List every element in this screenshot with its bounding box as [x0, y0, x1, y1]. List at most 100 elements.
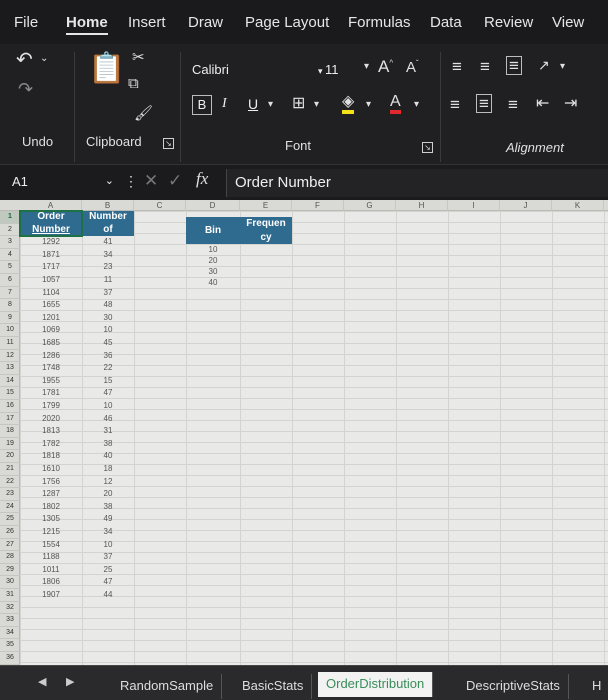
grow-font-icon[interactable]: A^ — [378, 58, 393, 75]
header-cell-frequency[interactable]: cy — [240, 230, 292, 244]
header-cell-number-of[interactable]: Number — [82, 211, 134, 224]
cell-order-number[interactable]: 1287 — [20, 488, 82, 501]
cell-number-of[interactable]: 20 — [82, 488, 134, 501]
borders-icon[interactable]: ⊞ — [292, 96, 305, 112]
row-header[interactable]: 19 — [0, 438, 20, 451]
row-header[interactable]: 30 — [0, 576, 20, 589]
cell-order-number[interactable]: 1781 — [20, 387, 82, 400]
row-header[interactable]: 20 — [0, 450, 20, 463]
align-center-icon[interactable]: ≡ — [476, 94, 492, 113]
worksheet-grid[interactable]: ABCDEFGHIJKLM 12345678910111213141516171… — [0, 200, 608, 665]
borders-dropdown-icon[interactable]: ▾ — [314, 100, 319, 110]
cell-order-number[interactable]: 1201 — [20, 312, 82, 325]
cell-order-number[interactable]: 1818 — [20, 450, 82, 463]
cell-number-of[interactable]: 10 — [82, 400, 134, 413]
row-header[interactable]: 4 — [0, 249, 20, 262]
shrink-font-icon[interactable]: Aˇ — [406, 60, 419, 76]
cell-order-number[interactable]: 1610 — [20, 463, 82, 476]
tab-data[interactable]: Data — [430, 14, 462, 31]
cell-number-of[interactable]: 37 — [82, 551, 134, 564]
cell-order-number[interactable]: 1756 — [20, 476, 82, 489]
underline-button[interactable]: U — [248, 96, 258, 112]
row-header[interactable]: 32 — [0, 602, 20, 615]
align-bottom-icon[interactable]: ≡ — [506, 56, 522, 75]
sheet-tab-randomsample[interactable]: RandomSample — [112, 674, 223, 699]
tab-draw[interactable]: Draw — [188, 14, 223, 31]
tab-formulas[interactable]: Formulas — [348, 14, 411, 31]
cell-order-number[interactable]: 1069 — [20, 324, 82, 337]
cell-order-number[interactable]: 1655 — [20, 299, 82, 312]
tab-home[interactable]: Home — [66, 14, 108, 35]
font-launcher-icon[interactable]: ↘ — [422, 142, 433, 153]
cell-number-of[interactable]: 18 — [82, 463, 134, 476]
format-painter-icon[interactable]: 🖌 — [134, 106, 153, 121]
row-header[interactable]: 35 — [0, 639, 20, 652]
cell-number-of[interactable]: 47 — [82, 576, 134, 589]
copy-icon[interactable]: ⧉ — [128, 76, 139, 91]
header-cell-number-of[interactable]: of — [82, 223, 134, 237]
bold-button[interactable]: B — [192, 95, 212, 115]
undo-dropdown-icon[interactable]: ⌄ — [40, 54, 48, 64]
cell-order-number[interactable]: 1717 — [20, 261, 82, 274]
cell-number-of[interactable]: 10 — [82, 539, 134, 552]
row-header[interactable]: 2 — [0, 224, 20, 237]
header-cell-bin[interactable]: Bin — [186, 217, 240, 244]
row-header[interactable]: 12 — [0, 350, 20, 363]
more-options-icon[interactable]: ⋮ — [124, 174, 138, 188]
name-box-dropdown-icon[interactable]: ⌄ — [105, 174, 114, 187]
cell-number-of[interactable]: 22 — [82, 362, 134, 375]
sheet-tab-basicstats[interactable]: BasicStats — [234, 674, 313, 699]
row-header[interactable]: 24 — [0, 501, 20, 514]
column-header[interactable]: K — [552, 200, 604, 211]
increase-indent-icon[interactable]: ⇥ — [564, 96, 577, 112]
font-size-select[interactable]: ▾ 11 — [316, 59, 360, 81]
cell-order-number[interactable]: 1292 — [20, 236, 82, 249]
cell-number-of[interactable]: 11 — [82, 274, 134, 287]
column-header[interactable]: I — [448, 200, 500, 211]
row-header[interactable]: 10 — [0, 324, 20, 337]
italic-button[interactable]: I — [222, 96, 227, 112]
cell-number-of[interactable]: 34 — [82, 249, 134, 262]
underline-dropdown-icon[interactable]: ▾ — [268, 100, 273, 110]
row-header[interactable]: 17 — [0, 413, 20, 426]
next-sheet-icon[interactable]: ▶ — [66, 675, 74, 688]
column-header[interactable]: E — [240, 200, 292, 211]
decrease-indent-icon[interactable]: ⇤ — [536, 96, 549, 112]
cell-number-of[interactable]: 37 — [82, 287, 134, 300]
row-header[interactable]: 16 — [0, 400, 20, 413]
cell-order-number[interactable]: 1104 — [20, 287, 82, 300]
row-header[interactable]: 11 — [0, 337, 20, 350]
cell-number-of[interactable]: 47 — [82, 387, 134, 400]
cut-icon[interactable]: ✂ — [132, 50, 145, 65]
row-header[interactable]: 25 — [0, 513, 20, 526]
cell-order-number[interactable]: 1057 — [20, 274, 82, 287]
insert-function-icon[interactable]: fx — [196, 170, 208, 187]
orientation-dropdown-icon[interactable]: ▾ — [560, 62, 565, 72]
row-header[interactable]: 15 — [0, 387, 20, 400]
row-header[interactable]: 34 — [0, 627, 20, 640]
column-header[interactable]: F — [292, 200, 344, 211]
row-header[interactable]: 5 — [0, 261, 20, 274]
tab-insert[interactable]: Insert — [128, 14, 166, 31]
row-header[interactable]: 31 — [0, 589, 20, 602]
align-middle-icon[interactable]: ≡ — [480, 58, 490, 75]
cell-bin[interactable]: 30 — [186, 266, 240, 277]
cell-number-of[interactable]: 48 — [82, 299, 134, 312]
cell-number-of[interactable]: 30 — [82, 312, 134, 325]
row-header[interactable]: 8 — [0, 299, 20, 312]
name-box[interactable]: A1 ⌄ — [6, 171, 118, 195]
cell-order-number[interactable]: 1806 — [20, 576, 82, 589]
cell-number-of[interactable]: 31 — [82, 425, 134, 438]
cell-order-number[interactable]: 1188 — [20, 551, 82, 564]
row-header[interactable]: 27 — [0, 539, 20, 552]
column-header[interactable]: L — [604, 200, 608, 211]
cell-number-of[interactable]: 45 — [82, 337, 134, 350]
column-header[interactable]: G — [344, 200, 396, 211]
cell-number-of[interactable]: 23 — [82, 261, 134, 274]
cell-number-of[interactable]: 44 — [82, 589, 134, 602]
header-cell-frequency[interactable]: Frequen — [240, 217, 292, 231]
align-right-icon[interactable]: ≡ — [508, 96, 518, 113]
row-header[interactable]: 26 — [0, 526, 20, 539]
row-header[interactable]: 21 — [0, 463, 20, 476]
cell-bin[interactable]: 20 — [186, 255, 240, 266]
